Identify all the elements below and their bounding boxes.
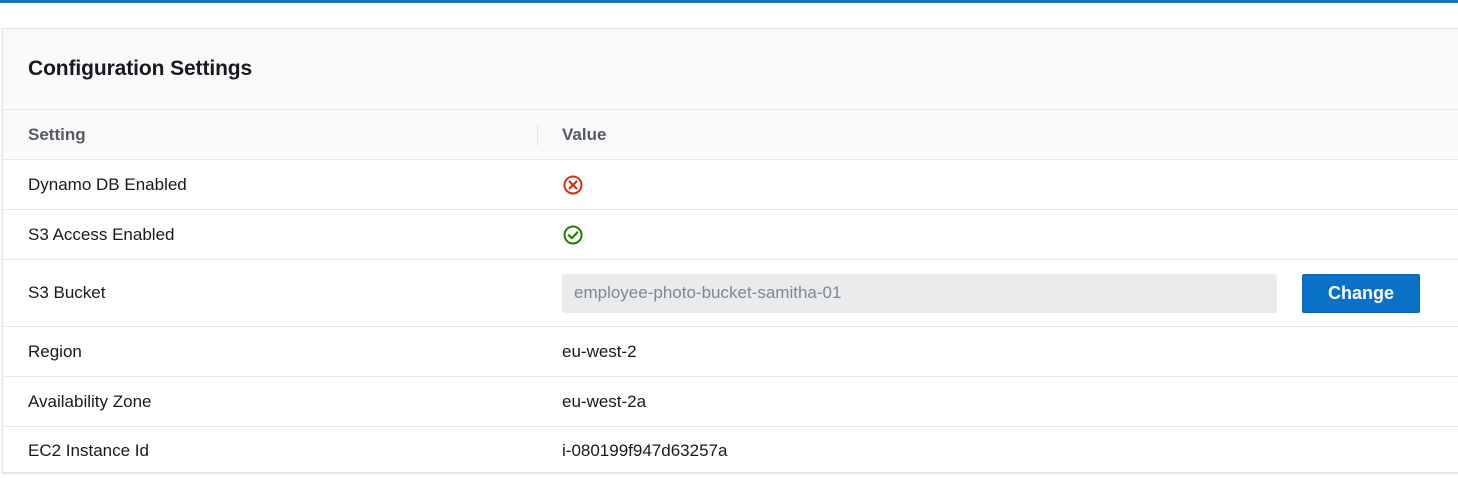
setting-label: S3 Access Enabled bbox=[3, 209, 538, 260]
table-row-dynamo-db-enabled: Dynamo DB Enabled bbox=[3, 159, 1458, 210]
change-button[interactable]: Change bbox=[1302, 273, 1420, 313]
table-row-region: Region eu-west-2 bbox=[3, 326, 1458, 377]
settings-table: Setting Value Dynamo DB Enabled S3 Acces… bbox=[3, 110, 1458, 475]
s3-bucket-input[interactable] bbox=[562, 273, 1277, 313]
configuration-settings-panel: Configuration Settings Setting Value Dyn… bbox=[2, 28, 1458, 473]
setting-label: Dynamo DB Enabled bbox=[3, 159, 538, 210]
status-cell bbox=[538, 159, 1458, 210]
setting-value: i-080199f947d63257a bbox=[562, 441, 728, 460]
x-circle-icon bbox=[563, 175, 583, 194]
setting-value: eu-west-2a bbox=[538, 376, 1458, 427]
status-cell bbox=[538, 209, 1458, 260]
table-row-s3-bucket: S3 Bucket Change bbox=[3, 259, 1458, 327]
bucket-controls: Change bbox=[562, 273, 1458, 313]
bucket-cell: Change bbox=[538, 259, 1458, 327]
check-circle-icon bbox=[563, 225, 583, 244]
column-header-setting: Setting bbox=[3, 110, 538, 160]
setting-label: Region bbox=[3, 326, 538, 377]
setting-label: EC2 Instance Id bbox=[28, 441, 149, 460]
table-header-row: Setting Value bbox=[3, 110, 1458, 160]
top-accent-bar bbox=[0, 0, 1458, 3]
setting-label: S3 Bucket bbox=[3, 259, 538, 327]
setting-label: Availability Zone bbox=[3, 376, 538, 427]
table-row-s3-access-enabled: S3 Access Enabled bbox=[3, 209, 1458, 260]
table-row-availability-zone: Availability Zone eu-west-2a bbox=[3, 376, 1458, 427]
panel-header: Configuration Settings bbox=[3, 29, 1458, 110]
panel-title: Configuration Settings bbox=[28, 57, 253, 80]
column-header-value: Value bbox=[538, 110, 1458, 160]
setting-value: eu-west-2 bbox=[538, 326, 1458, 377]
table-row-ec2-instance-id: EC2 Instance Id i-080199f947d63257a bbox=[3, 427, 1458, 476]
